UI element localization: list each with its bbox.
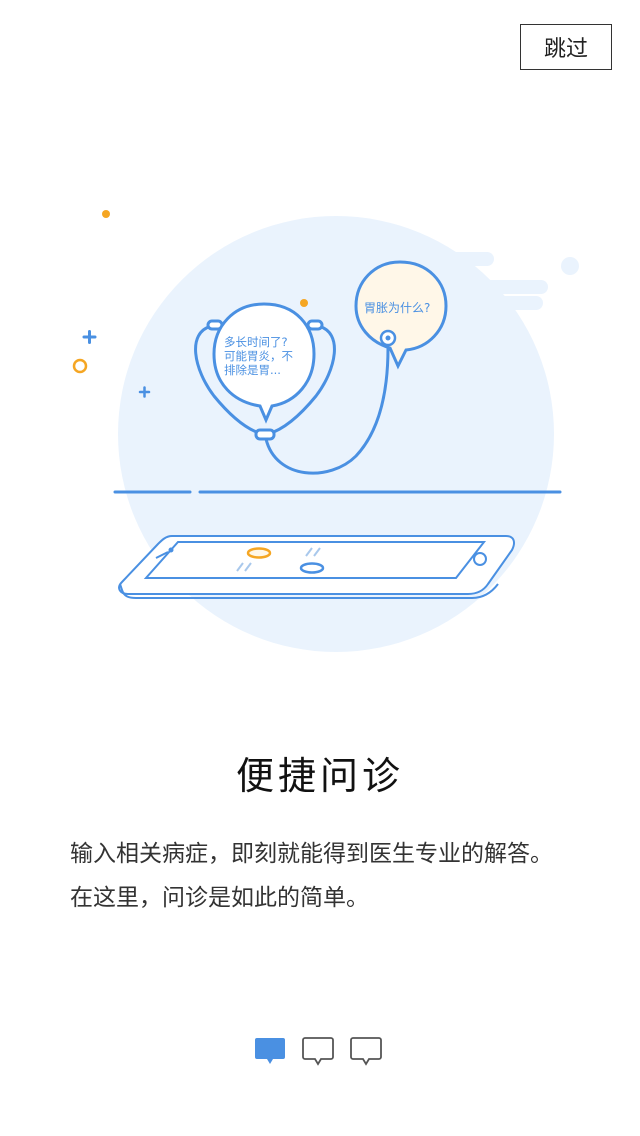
- chat-bubble-icon[interactable]: [302, 1036, 334, 1068]
- page-indicator: [254, 1036, 386, 1070]
- page-description: 输入相关病症，即刻就能得到医生专业的解答。 在这里，问诊是如此的简单。: [70, 832, 590, 920]
- chat-bubble-icon[interactable]: [350, 1036, 382, 1068]
- stethoscope-phone-illustration: 多长时间了? 可能胃炎，不 排除是胃... 胃胀为什么?: [72, 210, 579, 652]
- orange-dot-decoration: [102, 210, 110, 218]
- description-line-1: 输入相关病症，即刻就能得到医生专业的解答。: [70, 841, 553, 867]
- doctor-bubble-line-1: 多长时间了?: [224, 335, 288, 349]
- phone-icon: [118, 535, 515, 599]
- description-line-2: 在这里，问诊是如此的简单。: [70, 885, 369, 911]
- orange-dot-decoration: [300, 299, 308, 307]
- chat-bubble-icon[interactable]: [254, 1036, 286, 1068]
- doctor-bubble-line-3: 排除是胃...: [224, 363, 281, 377]
- patient-bubble-text: 胃胀为什么?: [364, 301, 430, 315]
- orange-ring-decoration: [72, 358, 88, 374]
- doctor-bubble-line-2: 可能胃炎，不: [224, 349, 293, 363]
- skip-button[interactable]: 跳过: [520, 24, 612, 70]
- plus-decoration: [82, 330, 97, 344]
- page-title: 便捷问诊: [235, 754, 404, 798]
